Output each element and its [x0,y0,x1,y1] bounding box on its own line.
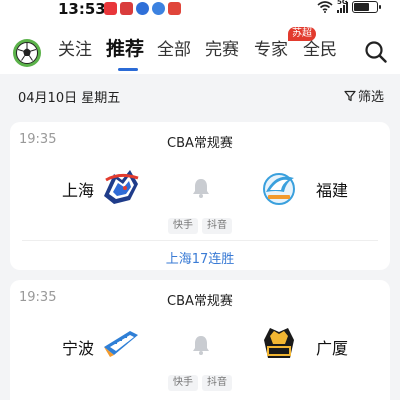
filter-label: 筛选 [357,90,384,105]
match-league: CBA常规赛 [167,294,233,309]
status-bar: 13:53 5G [0,0,400,22]
stream-chip-kuaishou[interactable]: 快手 [168,375,198,391]
app-notification-icon [168,2,181,15]
bell-icon[interactable] [190,177,212,199]
card-divider [22,240,378,241]
match-card[interactable]: 19:35 CBA常规赛 上海 福建 快手 抖音 上海17连胜 [10,122,390,270]
filter-icon [344,90,356,101]
app-notification-icon [152,2,165,15]
date-label: 04月10日 星期五 [18,91,121,106]
top-nav: 关注 推荐 全部 完赛 专家 全民 苏超 [0,22,400,74]
stream-chip-douyin[interactable]: 抖音 [202,218,232,234]
tab-all[interactable]: 全部 [157,36,191,64]
stream-platforms: 快手 抖音 [10,218,390,234]
cellular-signal-icon: 5G [337,0,348,13]
tab-experts[interactable]: 专家 [254,36,288,64]
filter-button[interactable]: 筛选 [344,86,384,105]
home-team-name: 上海 [61,181,94,200]
fujian-sturgeons-logo[interactable] [258,166,300,208]
stream-platforms: 快手 抖音 [10,375,390,391]
app-notification-icon [136,2,149,15]
ningbo-rockets-logo[interactable] [100,323,142,365]
app-notification-icon [120,2,133,15]
status-time: 13:53 [58,0,106,18]
tab-finished[interactable]: 完赛 [205,36,239,64]
shanghai-sharks-logo[interactable] [100,166,142,208]
active-tab-indicator [118,68,138,71]
away-team-name: 福建 [316,181,349,200]
app-notification-icon [104,2,117,15]
match-league: CBA常规赛 [167,136,233,151]
network-type-label: 5G [337,0,348,6]
match-highlight-note[interactable]: 上海17连胜 [10,248,390,267]
bell-icon[interactable] [190,334,212,356]
guangsha-lions-logo[interactable] [258,322,300,364]
status-indicators: 5G [317,0,381,13]
home-team-name: 宁波 [61,339,94,358]
battery-icon [352,1,381,13]
match-card[interactable]: 19:35 CBA常规赛 宁波 广厦 快手 抖音 [10,280,390,400]
wifi-icon [317,1,333,13]
date-bar: 04月10日 星期五 筛选 [0,80,400,110]
status-app-icons [104,2,181,15]
soccer-ball-icon[interactable] [12,38,42,68]
tab-badge: 苏超 [288,27,316,41]
tab-follow[interactable]: 关注 [58,36,92,64]
stream-chip-kuaishou[interactable]: 快手 [168,218,198,234]
away-team-name: 广厦 [316,339,349,358]
search-icon[interactable] [364,40,388,64]
tab-recommend[interactable]: 推荐 [106,35,144,63]
stream-chip-douyin[interactable]: 抖音 [202,375,232,391]
